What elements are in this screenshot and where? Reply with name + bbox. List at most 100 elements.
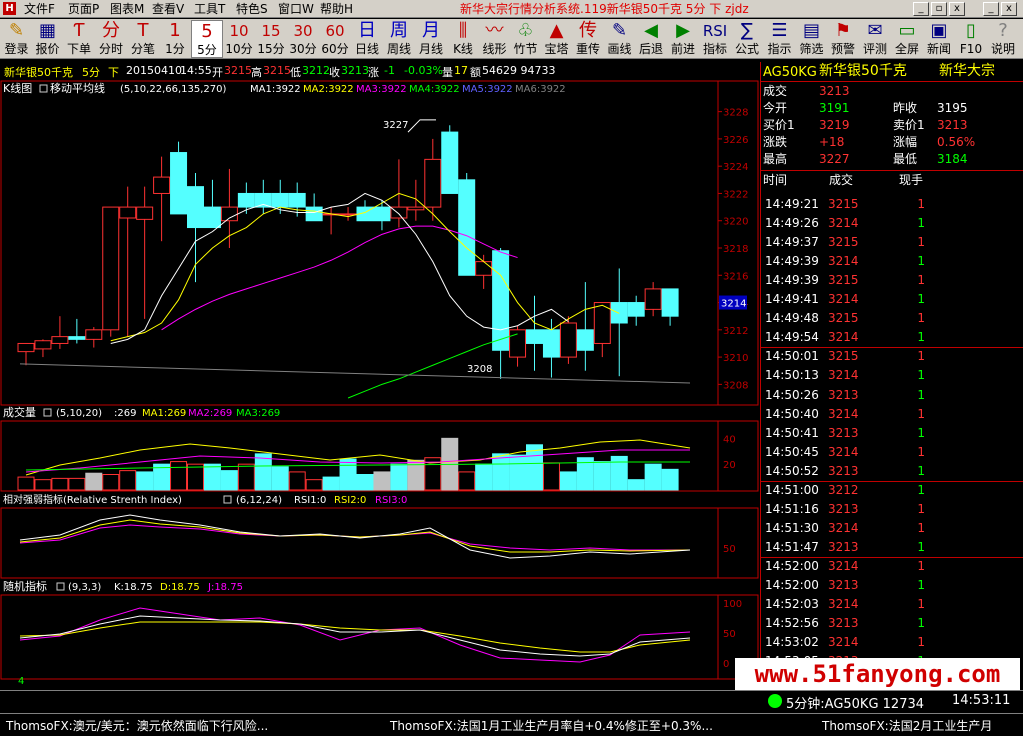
tick-row[interactable]: 14:49:26 3214 1: [761, 214, 1023, 233]
toolbar-help-button[interactable]: ? 说明: [987, 20, 1019, 58]
toolbar-line-button[interactable]: 〰线形: [479, 20, 510, 58]
tick-row[interactable]: 14:49:48 3215 1: [761, 309, 1023, 328]
toolbar-item-label: 登录: [4, 42, 29, 56]
menu-special[interactable]: 特色S: [236, 1, 268, 17]
toolbar-hint-button[interactable]: ☰ 指示: [763, 20, 796, 58]
tick-row[interactable]: 14:51:16 3213 1: [761, 500, 1023, 519]
toolbar-fullscreen-button[interactable]: ▭ 全屏: [891, 20, 923, 58]
tick-row[interactable]: 14:49:21 3215 1: [761, 195, 1023, 214]
toolbar-10min-button[interactable]: 10 10分: [223, 20, 255, 58]
toolbar-1min-button[interactable]: 1 1分: [159, 20, 191, 58]
volume-bar: [17, 476, 35, 491]
ticker-item[interactable]: ThomsoFX:法国2月工业生产月: [822, 717, 992, 734]
tick-row[interactable]: 14:49:37 3215 1: [761, 233, 1023, 252]
toolbar-quotes-button[interactable]: ▦ 报价: [32, 20, 63, 58]
ticker-item[interactable]: ThomsoFX:法国1月工业生产月率自+0.4%修正至+0.3%...: [390, 717, 713, 734]
tick-row[interactable]: 14:50:41 3213 1: [761, 424, 1023, 443]
toolbar-item-label: 筛选: [799, 42, 824, 56]
restore-button[interactable]: ▫: [931, 2, 947, 16]
rsi3-legend: RSI3:0: [375, 495, 407, 506]
news-ticker[interactable]: ThomsoFX:澳元/美元：澳元依然面临下行风险... ThomsoFX:法国…: [0, 713, 1023, 736]
toolbar-tower-button[interactable]: ▲ 宝塔: [541, 20, 572, 58]
low-value: 3184: [937, 152, 968, 166]
tick-row[interactable]: 14:52:03 3214 1: [761, 595, 1023, 614]
k-axis-label: 3210: [723, 353, 748, 364]
toolbar-forward-button[interactable]: ▶ 前进: [667, 20, 699, 58]
tick-row[interactable]: 14:50:01 3215 1: [761, 347, 1023, 366]
toolbar-order-button[interactable]: Ƭ 下单: [63, 20, 95, 58]
mdi-close-button[interactable]: x: [1001, 2, 1017, 16]
kline-title: K线图: [3, 81, 32, 95]
rsi-title: 相对强弱指标(Relative Strenth Index): [3, 493, 182, 506]
tick-row[interactable]: 14:50:52 3213 1: [761, 462, 1023, 481]
toolbar-draw-button[interactable]: ✎ 画线: [604, 20, 635, 58]
candle-body: [407, 206, 425, 211]
tick-row[interactable]: 14:52:56 3213 1: [761, 614, 1023, 633]
tick-price: 3214: [828, 635, 859, 650]
toolbar-news-button[interactable]: ▣ 新闻: [923, 20, 955, 58]
tick-row[interactable]: 14:52:00 3214 1: [761, 557, 1023, 576]
toolbar-intraday-button[interactable]: 分分时: [95, 20, 127, 58]
toolbar-monthly-button[interactable]: 月月线: [415, 20, 447, 58]
toolbar-60min-button[interactable]: 60 60分: [319, 20, 351, 58]
volume-params: (5,10,20): [56, 408, 102, 419]
menu-window[interactable]: 窗口W: [278, 1, 314, 17]
menu-page[interactable]: 页面P: [68, 1, 99, 17]
tick-row[interactable]: 14:51:47 3213 1: [761, 538, 1023, 557]
toolbar-tick-button[interactable]: T 分笔: [127, 20, 159, 58]
menu-tools[interactable]: 工具T: [194, 1, 225, 17]
toolbar-15min-button[interactable]: 15 15分: [255, 20, 287, 58]
volume-bar: [203, 463, 221, 491]
tick-row[interactable]: 14:51:00 3212 1: [761, 481, 1023, 500]
candle-body: [254, 192, 272, 208]
tick-time: 14:49:39: [765, 273, 819, 288]
toolbar-weekly-button[interactable]: 周周线: [383, 20, 415, 58]
chart-area[interactable]: K线图 移动平均线 (5,10,22,66,135,270) MA1:3922 MA2:…: [0, 80, 760, 685]
candle-body: [559, 322, 577, 358]
tick-time: 14:52:03: [765, 597, 819, 612]
toolbar-filter-button[interactable]: ▤ 筛选: [796, 20, 827, 58]
toolbar-review-button[interactable]: ✉ 评测: [859, 20, 891, 58]
tick-row[interactable]: 14:50:40 3214 1: [761, 405, 1023, 424]
tick-row[interactable]: 14:51:30 3214 1: [761, 519, 1023, 538]
toolbar-item-icon: 1: [169, 20, 181, 41]
toolbar-item-icon: ⫼: [458, 20, 468, 41]
tick-row[interactable]: 14:53:02 3214 1: [761, 633, 1023, 652]
tick-row[interactable]: 14:50:45 3214 1: [761, 443, 1023, 462]
tick-row[interactable]: 14:49:54 3214 1: [761, 328, 1023, 347]
toolbar-30min-button[interactable]: 30 30分: [287, 20, 319, 58]
tick-price: 3214: [828, 444, 859, 459]
vol-ma2-legend: MA2:269: [188, 408, 232, 419]
minimize-button[interactable]: _: [913, 2, 929, 16]
tick-row[interactable]: 14:50:13 3214 1: [761, 366, 1023, 385]
tick-volume: 1: [917, 635, 925, 650]
toolbar-item-icon: 分: [102, 20, 120, 41]
ticker-item[interactable]: ThomsoFX:澳元/美元：澳元依然面临下行风险...: [6, 717, 268, 734]
k-axis-label: 3218: [723, 244, 748, 255]
toolbar-daily-button[interactable]: 日日线: [351, 20, 383, 58]
toolbar-item-icon: T: [137, 20, 149, 41]
menu-view[interactable]: 查看V: [152, 1, 184, 17]
menu-help[interactable]: 帮助H: [320, 1, 353, 17]
tick-row[interactable]: 14:52:00 3213 1: [761, 576, 1023, 595]
close-button[interactable]: x: [949, 2, 965, 16]
toolbar-kline-button[interactable]: ⫼ K线: [447, 20, 479, 58]
tick-row[interactable]: 14:50:26 3213 1: [761, 386, 1023, 405]
toolbar-reload-button[interactable]: 传重传: [572, 20, 604, 58]
toolbar-indicator-button[interactable]: RSI 指标: [699, 20, 731, 58]
toolbar-alert-button[interactable]: ⚑ 预警: [827, 20, 859, 58]
tick-row[interactable]: 14:49:39 3214 1: [761, 252, 1023, 271]
toolbar-f10-button[interactable]: ▯ F10: [955, 20, 987, 58]
tick-volume: 1: [917, 463, 925, 478]
toolbar-bamboo-button[interactable]: ♧ 竹节: [510, 20, 541, 58]
toolbar-5min-button[interactable]: 5 5分: [191, 20, 223, 58]
tick-row[interactable]: 14:49:41 3214 1: [761, 290, 1023, 309]
mdi-minimize-button[interactable]: _: [983, 2, 999, 16]
toolbar-back-button[interactable]: ◀ 后退: [635, 20, 667, 58]
tick-volume: 1: [917, 235, 925, 250]
toolbar-formula-button[interactable]: ∑ 公式: [731, 20, 763, 58]
toolbar-login-button[interactable]: ✎ 登录: [1, 20, 32, 58]
menu-chart[interactable]: 图表M: [110, 1, 144, 17]
menu-file[interactable]: 文件F: [24, 1, 55, 17]
tick-row[interactable]: 14:49:39 3215 1: [761, 271, 1023, 290]
